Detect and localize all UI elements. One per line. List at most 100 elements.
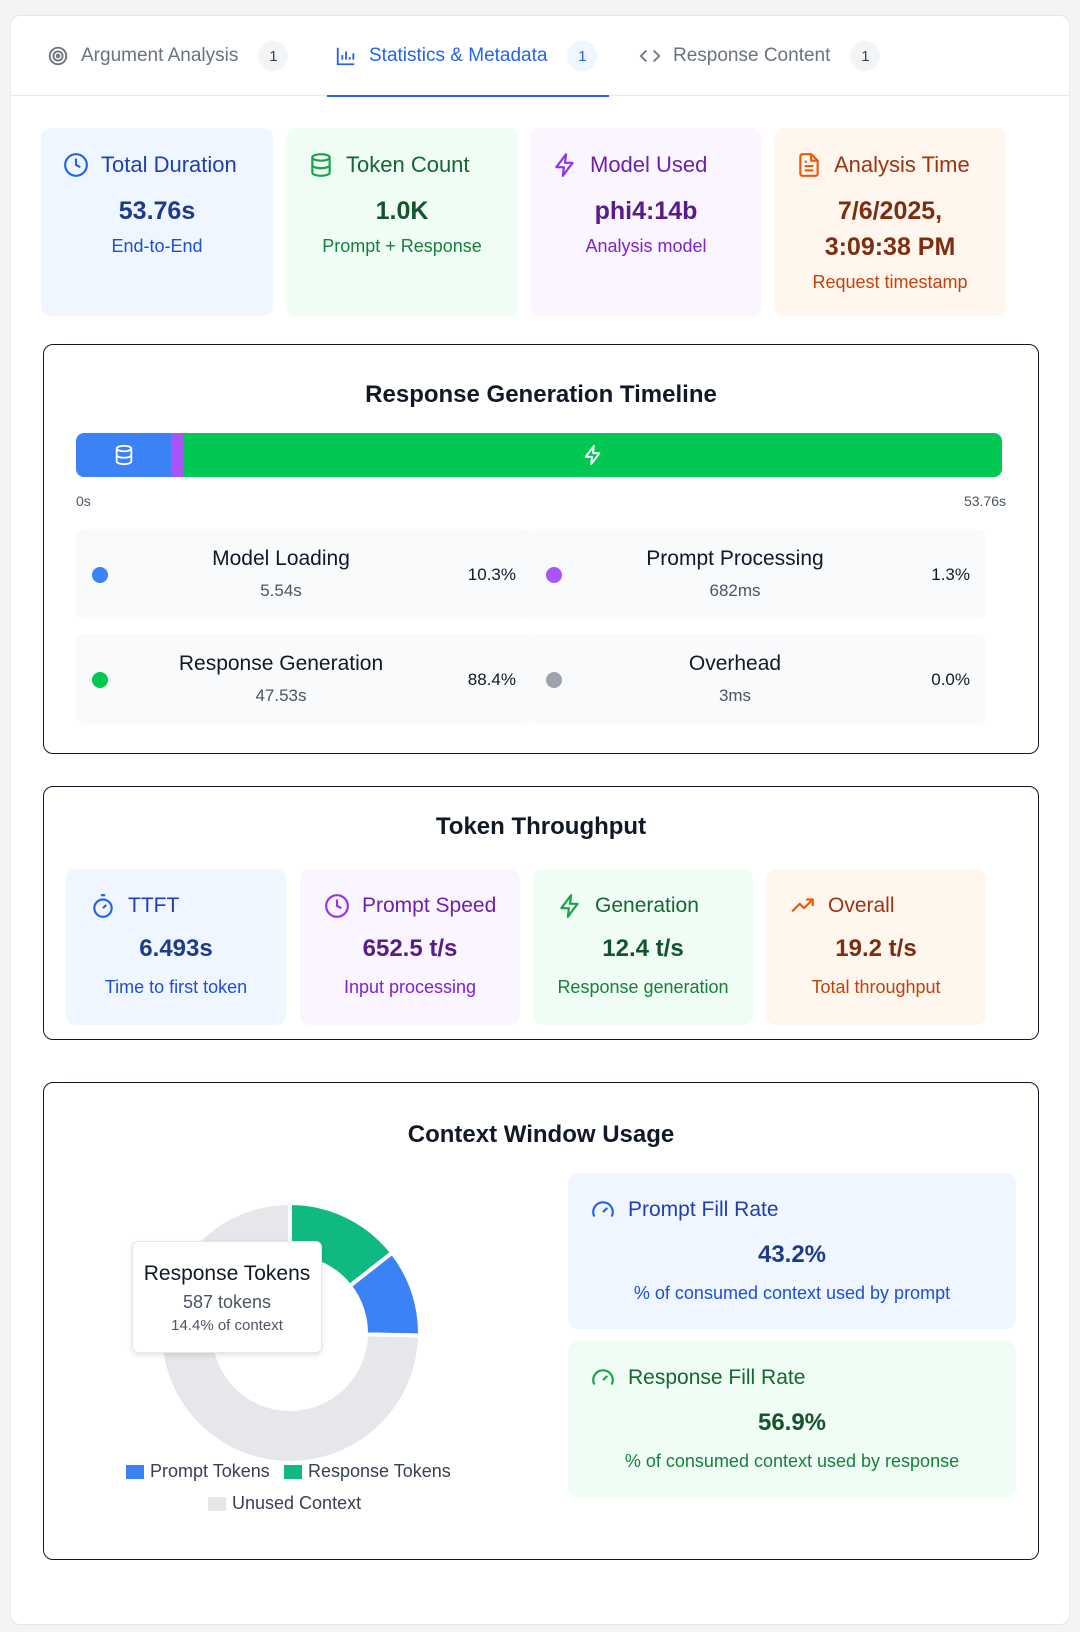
phase-duration: 3ms bbox=[718, 686, 752, 705]
model-used-card: Model Used phi4:14b Analysis model bbox=[530, 128, 762, 316]
tab-label: Argument Analysis bbox=[81, 45, 239, 66]
phase-percent: 88.4% bbox=[467, 670, 516, 689]
stopwatch-icon bbox=[90, 893, 116, 919]
card-title: TTFT bbox=[128, 894, 180, 917]
tab-label: Statistics & Metadata bbox=[369, 45, 548, 66]
card-value: 19.2 t/s bbox=[835, 935, 917, 962]
document-icon bbox=[796, 152, 822, 178]
tooltip-share: 14.4% of context bbox=[171, 1317, 283, 1334]
phase-duration: 5.54s bbox=[260, 581, 302, 600]
card-subtitle: Prompt + Response bbox=[322, 236, 482, 256]
section-title: Token Throughput bbox=[435, 813, 647, 840]
card-title: Prompt Fill Rate bbox=[628, 1198, 779, 1221]
timeline-segment-prompt-processing bbox=[171, 433, 184, 477]
phase-duration: 682ms bbox=[709, 581, 761, 600]
phase-overhead: Overhead 3ms 0.0% bbox=[530, 634, 986, 724]
card-value: 12.4 t/s bbox=[602, 935, 684, 962]
gauge-icon bbox=[590, 1365, 616, 1391]
analysis-time-card: Analysis Time 7/6/2025, 3:09:38 PM Reque… bbox=[774, 128, 1006, 316]
clock-icon bbox=[324, 893, 350, 919]
phase-name: Prompt Processing bbox=[646, 547, 824, 570]
card-title: Generation bbox=[595, 894, 699, 917]
phase-name: Overhead bbox=[688, 652, 782, 675]
card-subtitle: Time to first token bbox=[104, 977, 248, 997]
card-value: 6.493s bbox=[139, 935, 213, 962]
bar-chart-icon bbox=[335, 45, 357, 67]
timeline-segment-response-generation bbox=[183, 433, 1002, 477]
phase-name: Model Loading bbox=[212, 547, 350, 570]
card-value-date: 7/6/2025, bbox=[837, 197, 943, 225]
lightning-icon bbox=[557, 893, 583, 919]
ttft-card: TTFT 6.493s Time to first token bbox=[66, 869, 286, 1025]
phase-model-loading: Model Loading 5.54s 10.3% bbox=[76, 529, 532, 619]
card-subtitle: % of consumed context used by prompt bbox=[633, 1283, 951, 1303]
phase-prompt-processing: Prompt Processing 682ms 1.3% bbox=[530, 529, 986, 619]
tooltip-title: Response Tokens bbox=[143, 1262, 311, 1285]
gauge-icon bbox=[590, 1197, 616, 1223]
tab-response-content[interactable]: Response Content 1 bbox=[639, 16, 881, 96]
timeline-segment-model-loading bbox=[76, 433, 172, 477]
tab-count-badge: 1 bbox=[567, 41, 598, 71]
overall-card: Overall 19.2 t/s Total throughput bbox=[766, 869, 986, 1025]
chart-tooltip: Response Tokens 587 tokens 14.4% of cont… bbox=[132, 1241, 322, 1353]
card-value: 56.9% bbox=[757, 1409, 827, 1436]
section-title: Context Window Usage bbox=[407, 1121, 675, 1148]
timeline-bar bbox=[76, 433, 1002, 477]
legend-swatch bbox=[284, 1464, 302, 1479]
card-subtitle: Total throughput bbox=[811, 977, 941, 997]
tab-label: Response Content bbox=[673, 45, 831, 66]
card-subtitle: End-to-End bbox=[111, 236, 203, 256]
card-subtitle: % of consumed context used by response bbox=[624, 1451, 960, 1471]
card-value: 53.76s bbox=[118, 197, 196, 225]
prompt-speed-card: Prompt Speed 652.5 t/s Input processing bbox=[300, 869, 520, 1025]
phase-dot bbox=[546, 567, 562, 583]
legend-label: Response Tokens bbox=[308, 1461, 451, 1481]
legend-swatch bbox=[208, 1496, 226, 1511]
generation-card: Generation 12.4 t/s Response generation bbox=[533, 869, 753, 1025]
legend-label: Unused Context bbox=[232, 1493, 362, 1513]
card-title: Model Used bbox=[590, 152, 708, 177]
timeline-end-label: 53.76s bbox=[963, 493, 1006, 509]
card-subtitle: Input processing bbox=[343, 977, 477, 997]
tab-bar: Argument Analysis 1 Statistics & Metadat… bbox=[11, 16, 1069, 97]
trending-up-icon bbox=[790, 893, 816, 919]
timeline-section: Response Generation Timeline 0s 53.76s M… bbox=[43, 344, 1039, 754]
phase-dot bbox=[546, 672, 562, 688]
card-subtitle: Response generation bbox=[557, 977, 729, 997]
tooltip-tokens: 587 tokens bbox=[182, 1292, 272, 1312]
tab-statistics-metadata[interactable]: Statistics & Metadata 1 bbox=[326, 16, 610, 97]
lightning-icon bbox=[552, 152, 578, 178]
legend-prompt-tokens[interactable]: Prompt Tokens bbox=[126, 1461, 270, 1482]
tab-count-badge: 1 bbox=[258, 41, 289, 71]
phase-name: Response Generation bbox=[178, 652, 384, 675]
context-window-section: Context Window Usage Response Tokens 587… bbox=[43, 1082, 1039, 1560]
card-value-time: 3:09:38 PM bbox=[824, 233, 956, 261]
tab-argument-analysis[interactable]: Argument Analysis 1 bbox=[47, 16, 289, 96]
legend-swatch bbox=[126, 1464, 144, 1479]
timeline-start-label: 0s bbox=[76, 493, 91, 509]
code-icon bbox=[639, 45, 661, 67]
card-value: 43.2% bbox=[757, 1241, 827, 1268]
response-fill-rate-card: Response Fill Rate 56.9% % of consumed c… bbox=[568, 1341, 1016, 1497]
phase-percent: 10.3% bbox=[467, 565, 516, 584]
phase-duration: 47.53s bbox=[255, 686, 307, 705]
card-value: phi4:14b bbox=[594, 197, 698, 225]
lightning-icon bbox=[582, 444, 604, 466]
phase-percent: 1.3% bbox=[931, 565, 970, 584]
card-title: Total Duration bbox=[101, 152, 237, 177]
card-title: Analysis Time bbox=[834, 152, 970, 177]
card-subtitle: Analysis model bbox=[585, 236, 707, 256]
phase-dot bbox=[92, 567, 108, 583]
card-title: Response Fill Rate bbox=[628, 1366, 806, 1389]
phase-percent: 0.0% bbox=[931, 670, 970, 689]
tab-count-badge: 1 bbox=[850, 41, 881, 71]
prompt-fill-rate-card: Prompt Fill Rate 43.2% % of consumed con… bbox=[568, 1173, 1016, 1329]
token-count-card: Token Count 1.0K Prompt + Response bbox=[286, 128, 518, 316]
total-duration-card: Total Duration 53.76s End-to-End bbox=[41, 128, 273, 316]
stats-panel: Argument Analysis 1 Statistics & Metadat… bbox=[10, 15, 1070, 1625]
card-value: 1.0K bbox=[375, 197, 429, 225]
database-icon bbox=[308, 152, 334, 178]
card-value: 652.5 t/s bbox=[362, 935, 458, 962]
legend-unused-context[interactable]: Unused Context bbox=[208, 1493, 361, 1514]
legend-response-tokens[interactable]: Response Tokens bbox=[284, 1461, 451, 1482]
